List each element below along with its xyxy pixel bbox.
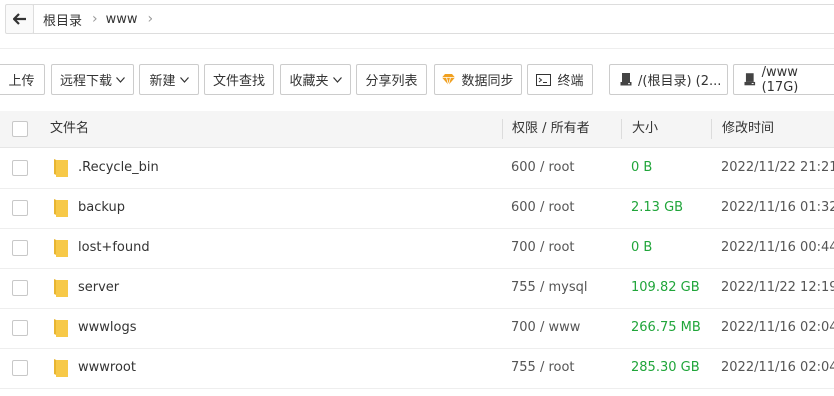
disk-www-label: /www (17G) — [761, 64, 799, 95]
file-permission[interactable]: 755 / root — [511, 348, 575, 388]
favorites-button[interactable]: 收藏夹 — [280, 64, 351, 95]
diamond-icon — [442, 74, 456, 85]
share-list-button[interactable]: 分享列表 — [356, 64, 427, 95]
file-table-header: 文件名 权限 / 所有者 大小 修改时间 — [0, 111, 834, 148]
file-name[interactable]: lost+found — [78, 228, 150, 268]
remote-download-button[interactable]: 远程下载 — [51, 64, 134, 95]
terminal-label: 终端 — [557, 74, 584, 89]
header-modified-time[interactable]: 修改时间 — [722, 111, 774, 147]
file-name[interactable]: server — [78, 268, 119, 308]
path-bar: 根目录 › www › — [0, 4, 834, 34]
chevron-down-icon — [332, 76, 342, 83]
favorites-label: 收藏夹 — [289, 74, 329, 89]
remote-download-label: 远程下载 — [59, 74, 112, 89]
row-checkbox[interactable] — [12, 280, 28, 296]
data-sync-label: 数据同步 — [461, 74, 514, 89]
file-size[interactable]: 0 B — [631, 228, 652, 268]
share-list-label: 分享列表 — [365, 74, 418, 89]
chevron-down-icon — [116, 76, 125, 83]
disk-root-button[interactable]: /(根目录) (2... — [609, 64, 728, 95]
table-row[interactable]: wwwlogs 700 / www 266.75 MB 2022/11/16 0… — [0, 308, 834, 349]
file-size[interactable]: 285.30 GB — [631, 348, 700, 388]
header-permission[interactable]: 权限 / 所有者 — [512, 111, 590, 147]
header-size[interactable]: 大小 — [632, 111, 658, 147]
file-permission[interactable]: 600 / root — [511, 148, 575, 188]
file-size[interactable]: 0 B — [631, 148, 652, 188]
file-permission[interactable]: 600 / root — [511, 188, 575, 228]
column-divider[interactable] — [502, 119, 503, 139]
file-mtime: 2022/11/16 01:32:42 — [721, 200, 834, 215]
folder-icon — [54, 319, 68, 337]
file-mtime: 2022/11/16 00:44:11 — [721, 240, 834, 255]
folder-icon — [54, 199, 68, 217]
header-filename[interactable]: 文件名 — [50, 111, 89, 147]
table-row[interactable]: backup 600 / root 2.13 GB 2022/11/16 01:… — [0, 188, 834, 229]
file-size[interactable]: 109.82 GB — [631, 268, 700, 308]
folder-icon — [54, 359, 68, 377]
divider — [0, 48, 834, 49]
disk-www-button[interactable]: /www (17G) — [733, 64, 834, 95]
upload-button[interactable]: 上传 — [0, 64, 45, 95]
upload-label: 上传 — [8, 74, 35, 89]
file-size[interactable]: 266.75 MB — [631, 308, 701, 348]
row-checkbox[interactable] — [12, 160, 28, 176]
table-row[interactable]: lost+found 700 / root 0 B 2022/11/16 00:… — [0, 228, 834, 269]
select-all-checkbox[interactable] — [12, 121, 28, 137]
new-label: 新建 — [149, 74, 176, 89]
file-permission[interactable]: 700 / root — [511, 228, 575, 268]
toolbar: 上传 远程下载 新建 文件查找 收藏夹 分享列表 数据同步 终端 /(根目录) … — [0, 64, 834, 97]
table-row[interactable]: server 755 / mysql 109.82 GB 2022/11/22 … — [0, 268, 834, 309]
row-checkbox[interactable] — [12, 320, 28, 336]
chevron-right-icon: › — [147, 11, 154, 27]
data-sync-button[interactable]: 数据同步 — [434, 64, 522, 95]
row-checkbox[interactable] — [12, 200, 28, 216]
column-divider[interactable] — [621, 119, 622, 139]
disk-root-label: /(根目录) (2... — [638, 74, 722, 89]
file-search-button[interactable]: 文件查找 — [204, 64, 274, 95]
file-name[interactable]: .Recycle_bin — [78, 148, 159, 188]
table-row[interactable]: wwwroot 755 / root 285.30 GB 2022/11/16 … — [0, 348, 834, 389]
folder-icon — [54, 279, 68, 297]
folder-icon — [54, 159, 68, 177]
file-name[interactable]: wwwlogs — [78, 308, 137, 348]
file-permission[interactable]: 700 / www — [511, 308, 580, 348]
file-name[interactable]: backup — [78, 188, 125, 228]
back-button[interactable] — [5, 4, 34, 34]
terminal-icon — [536, 73, 552, 86]
column-divider[interactable] — [711, 119, 712, 139]
file-size[interactable]: 2.13 GB — [631, 188, 683, 228]
file-mtime: 2022/11/22 21:21:28 — [721, 160, 834, 175]
breadcrumb-item-www[interactable]: www — [106, 12, 138, 27]
file-mtime: 2022/11/16 02:04:40 — [721, 320, 834, 335]
disk-icon — [620, 73, 632, 86]
breadcrumb[interactable]: 根目录 › www › — [33, 4, 834, 34]
folder-icon — [54, 239, 68, 257]
terminal-button[interactable]: 终端 — [527, 64, 593, 95]
file-mtime: 2022/11/22 12:19:28 — [721, 280, 834, 295]
new-button[interactable]: 新建 — [139, 64, 199, 95]
table-row[interactable]: .Recycle_bin 600 / root 0 B 2022/11/22 2… — [0, 148, 834, 189]
chevron-right-icon: › — [92, 11, 98, 27]
disk-icon — [744, 73, 756, 86]
file-permission[interactable]: 755 / mysql — [511, 268, 587, 308]
row-checkbox[interactable] — [12, 360, 28, 376]
file-mtime: 2022/11/16 02:04:40 — [721, 360, 834, 375]
row-checkbox[interactable] — [12, 240, 28, 256]
chevron-down-icon — [179, 76, 189, 83]
breadcrumb-item-root[interactable]: 根目录 — [43, 10, 82, 29]
file-search-label: 文件查找 — [212, 74, 265, 89]
file-name[interactable]: wwwroot — [78, 348, 136, 388]
arrow-left-icon — [12, 13, 26, 25]
